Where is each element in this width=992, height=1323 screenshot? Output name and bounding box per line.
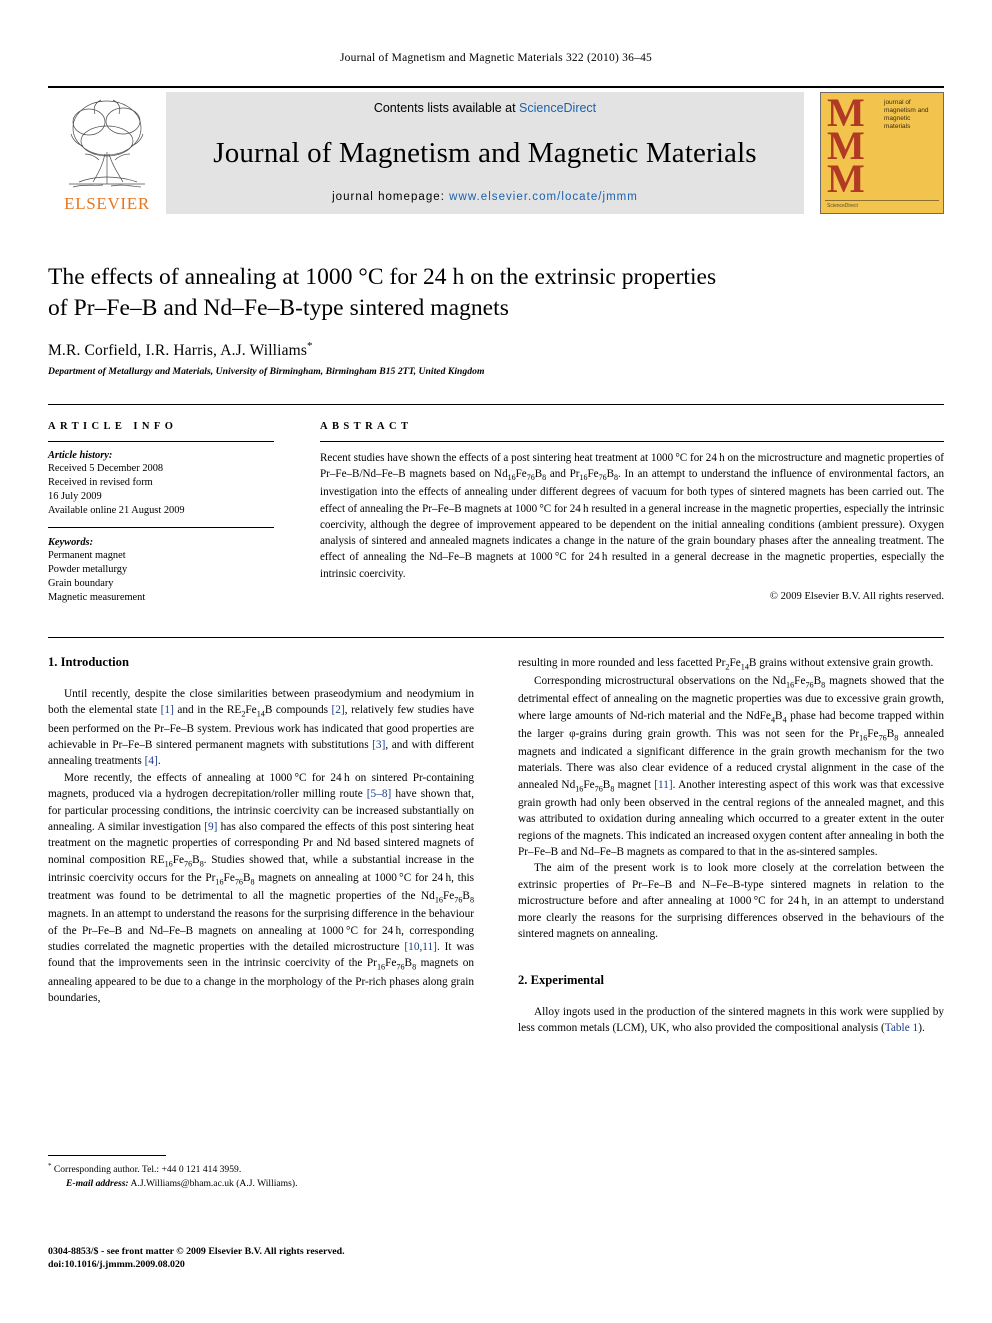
cover-divider <box>825 200 939 201</box>
citation-link[interactable]: [2] <box>332 704 345 716</box>
article-page: Journal of Magnetism and Magnetic Materi… <box>0 0 992 1323</box>
article-info-heading: ARTICLE INFO <box>48 421 178 432</box>
abstract-copyright: © 2009 Elsevier B.V. All rights reserved… <box>769 591 944 603</box>
citation-link[interactable]: [3] <box>372 739 385 751</box>
elsevier-tree-icon <box>59 94 155 192</box>
article-info-rule <box>48 441 274 442</box>
section-heading-introduction: 1. Introduction <box>48 655 129 669</box>
paragraph: Alloy ingots used in the production of t… <box>518 1005 944 1034</box>
table-link[interactable]: Table 1 <box>885 1022 918 1034</box>
keywords-label: Keywords: <box>48 536 94 548</box>
corresponding-author-marker: * <box>307 340 313 353</box>
cover-footer-label: ScienceDirect <box>827 203 858 209</box>
journal-cover-thumbnail: MMM journal of magnetism and magnetic ma… <box>820 92 944 214</box>
homepage-prefix-label: journal homepage: <box>332 191 450 203</box>
email-address-label: E-mail address: <box>66 1177 129 1189</box>
masthead-top-rule <box>48 86 944 88</box>
citation-link[interactable]: [9] <box>204 821 217 833</box>
article-history-label: Article history: <box>48 450 113 461</box>
keyword-item: Permanent magnet <box>48 549 126 561</box>
article-history-item: Received in revised form <box>48 476 153 488</box>
paragraph: The aim of the present work is to look m… <box>518 862 944 941</box>
keyword-item: Magnetic measurement <box>48 591 146 603</box>
title-block: The effects of annealing at 1000 °C for … <box>48 262 944 377</box>
keyword-item: Powder metallurgy <box>48 563 128 575</box>
cover-title-words: journal of magnetism and magnetic materi… <box>884 99 929 131</box>
running-head: Journal of Magnetism and Magnetic Materi… <box>339 52 653 64</box>
abstract-text: Recent studies have shown the effects of… <box>320 452 945 580</box>
doi-line[interactable]: doi:10.1016/j.jmmm.2009.08.020 <box>48 1258 518 1271</box>
citation-link[interactable]: [10,11] <box>404 941 437 953</box>
article-history-item: Received 5 December 2008 <box>48 463 164 474</box>
citation-link[interactable]: [5–8] <box>367 788 391 800</box>
abstract-rule <box>320 441 944 442</box>
contents-available-line: Contents lists available at ScienceDirec… <box>374 101 596 115</box>
paragraph: More recently, the effects of annealing … <box>48 771 475 1004</box>
paragraph: Corresponding microstructural observatio… <box>518 675 945 858</box>
sciencedirect-link[interactable]: ScienceDirect <box>519 101 596 115</box>
section-heading-experimental: 2. Experimental <box>518 972 605 987</box>
paragraph: resulting in more rounded and less facet… <box>518 657 934 672</box>
paragraph: Until recently, despite the close simila… <box>48 688 474 768</box>
contents-prefix-label: Contents lists available at <box>373 101 520 115</box>
abstract-heading: ABSTRACT <box>320 421 413 432</box>
corresponding-author-text: Corresponding author. Tel.: +44 0 121 41… <box>53 1164 242 1176</box>
abstract-column: ABSTRACT Recent studies have shown the e… <box>296 421 944 605</box>
citation-link[interactable]: [4] <box>145 755 158 767</box>
imprint-block: 0304-8853/$ - see front matter © 2009 El… <box>48 1245 518 1272</box>
author-names: M.R. Corfield, I.R. Harris, A.J. William… <box>48 342 308 360</box>
journal-title: Journal of Magnetism and Magnetic Materi… <box>213 136 757 169</box>
footnote-rule <box>48 1155 166 1156</box>
journal-homepage-link[interactable]: www.elsevier.com/locate/jmmm <box>449 191 638 203</box>
masthead-panel: Contents lists available at ScienceDirec… <box>166 92 804 214</box>
info-abstract-region: ARTICLE INFO Article history: Received 5… <box>48 404 944 605</box>
body-column-right: resulting in more rounded and less facet… <box>518 655 944 1036</box>
page-title: The effects of annealing at 1000 °C for … <box>48 262 944 324</box>
email-note: E-mail address: A.J.Williams@bham.ac.uk … <box>48 1177 474 1191</box>
article-history-item: Available online 21 August 2009 <box>48 504 185 516</box>
title-line-1: The effects of annealing at 1000 °C for … <box>48 264 717 290</box>
author-affiliation: Department of Metallurgy and Materials, … <box>48 366 485 378</box>
issn-copyright-line: 0304-8853/$ - see front matter © 2009 El… <box>48 1246 345 1257</box>
body-column-left: 1. Introduction Until recently, despite … <box>48 655 474 1036</box>
keyword-item: Grain boundary <box>48 577 114 589</box>
elsevier-wordmark: ELSEVIER <box>64 194 150 213</box>
abstract-bottom-rule <box>48 637 944 638</box>
keywords-rule <box>48 526 274 528</box>
article-history-item: 16 July 2009 <box>48 490 102 502</box>
article-info-column: ARTICLE INFO Article history: Received 5… <box>48 421 296 605</box>
email-address-link[interactable]: A.J.Williams@bham.ac.uk (A.J. Williams). <box>131 1178 298 1189</box>
author-list: M.R. Corfield, I.R. Harris, A.J. William… <box>48 340 944 360</box>
body-columns: 1. Introduction Until recently, despite … <box>48 655 944 1036</box>
title-line-2: of Pr–Fe–B and Nd–Fe–B-type sintered mag… <box>48 295 509 322</box>
elsevier-logo: ELSEVIER <box>48 92 166 214</box>
journal-masthead: ELSEVIER Contents lists available at Sci… <box>48 86 944 214</box>
asterisk-icon: * <box>48 1163 52 1170</box>
citation-link[interactable]: [11] <box>654 779 672 791</box>
corresponding-author-note: * Corresponding author. Tel.: +44 0 121 … <box>48 1162 474 1177</box>
cover-initials: MMM <box>827 92 865 201</box>
journal-homepage-line: journal homepage: www.elsevier.com/locat… <box>332 191 638 203</box>
footnote-block: * Corresponding author. Tel.: +44 0 121 … <box>48 1155 474 1190</box>
citation-link[interactable]: [1] <box>161 704 174 716</box>
